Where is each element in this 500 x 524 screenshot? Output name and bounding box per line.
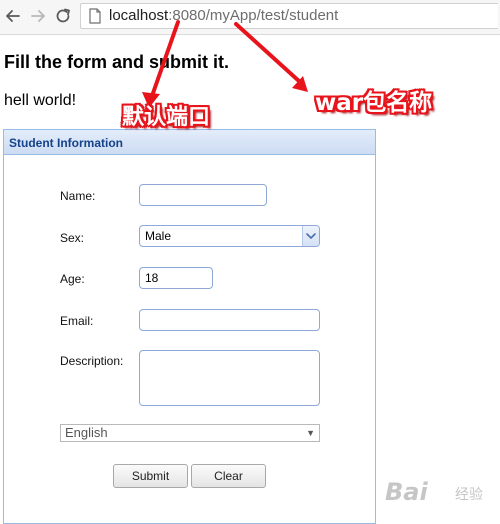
port-annotation: 默认端口 (122, 105, 211, 130)
watermark-sub: 经验 (455, 486, 483, 502)
port-arrow (142, 20, 180, 108)
baidu-watermark: Bai 经验 (385, 474, 497, 512)
war-annotation: war包名称 (315, 90, 433, 116)
annotation-arrows (142, 20, 308, 108)
war-arrow (234, 22, 308, 92)
watermark-main: Bai (385, 478, 428, 506)
